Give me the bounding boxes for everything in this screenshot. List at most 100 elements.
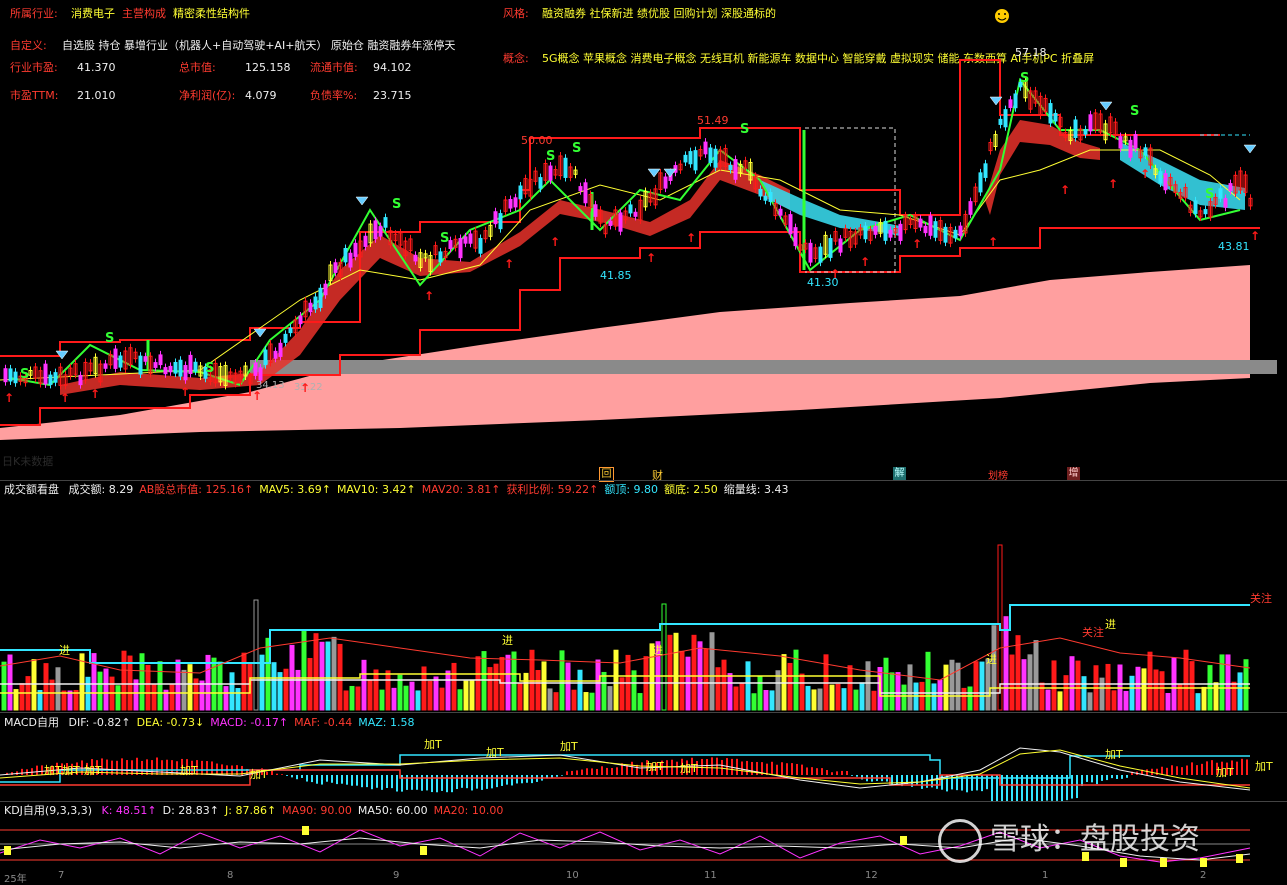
- volume-bar: [811, 689, 817, 711]
- volume-bar: [1087, 692, 1093, 711]
- candle-body: [513, 197, 518, 208]
- candle-body: [958, 225, 963, 237]
- buy-signal-arrow: ↑: [300, 381, 310, 395]
- kdj-panel-title[interactable]: KDJ自用(9,3,3,3): [4, 804, 92, 817]
- candle-body: [273, 350, 278, 359]
- candle-body: [758, 188, 763, 197]
- volume-bar: [373, 669, 379, 711]
- volume-annotation-enter-2: 进: [502, 634, 513, 647]
- volume-bar: [145, 664, 151, 711]
- candle-body: [918, 218, 923, 228]
- volume-bar: [475, 656, 481, 711]
- candle-body: [253, 362, 258, 376]
- smiley-icon[interactable]: [995, 9, 1009, 23]
- volume-bar: [301, 630, 307, 711]
- sell-signal-s: S: [105, 331, 114, 346]
- candle-body: [348, 252, 353, 268]
- candle-body: [373, 220, 378, 240]
- volume-bar: [313, 633, 319, 711]
- volume-panel-title[interactable]: 成交额看盘: [4, 483, 59, 496]
- kdj-signal-mark: [302, 826, 309, 835]
- volume-bar: [229, 672, 235, 711]
- volume-bar: [841, 688, 847, 711]
- volume-bar: [805, 685, 811, 711]
- time-axis-year: 25年: [4, 874, 27, 885]
- macd-chart[interactable]: 加T 加T 加T 加T 加T加T加T 加T加T 加T加T加T 加T: [0, 730, 1287, 802]
- volume-bar: [1027, 654, 1033, 711]
- macd-legend-item-4: MAZ: 1.58: [358, 716, 415, 729]
- sell-signal-s: S: [546, 149, 555, 164]
- candle-body: [978, 172, 983, 193]
- volume-legend-item-0: 成交额: 8.29: [68, 483, 134, 496]
- candle-body: [43, 363, 48, 385]
- volume-bar: [199, 680, 205, 711]
- volume-bar: [943, 664, 949, 711]
- candle-body: [378, 226, 383, 237]
- volume-bar: [895, 672, 901, 711]
- candle-body: [863, 225, 868, 240]
- volume-bar: [457, 689, 463, 711]
- volume-bar: [589, 692, 595, 711]
- volume-bar: [865, 661, 871, 711]
- volume-bar: [1225, 654, 1231, 711]
- volume-bar: [511, 651, 517, 711]
- candle-body: [153, 362, 158, 368]
- price-label-low-3: 43.81: [1218, 240, 1250, 253]
- volume-bar: [319, 641, 325, 711]
- macd-panel-legend: MACD自用 DIF: -0.82↑ DEA: -0.73↓ MACD: -0.17…: [4, 716, 414, 730]
- price-chart[interactable]: 50.00 51.49 57.18 41.85 41.30 43.81 34.1…: [0, 0, 1287, 482]
- candle-body: [928, 215, 933, 236]
- volume-bar: [61, 690, 67, 711]
- candle-body: [1073, 119, 1078, 139]
- volume-bar: [169, 683, 175, 711]
- candle-body: [413, 254, 418, 262]
- volume-bar: [451, 662, 457, 711]
- candle-body: [538, 177, 543, 189]
- event-marker-increase[interactable]: 增: [1067, 467, 1080, 480]
- volume-bar: [1189, 661, 1195, 711]
- candle-body: [1158, 171, 1163, 184]
- candle-body: [353, 242, 358, 257]
- candle-body: [183, 365, 188, 381]
- volume-legend-item-5: 获利比例: 59.22↑: [506, 483, 599, 496]
- buy-signal-arrow: ↑: [1108, 177, 1118, 191]
- candle-body: [178, 359, 183, 377]
- candle-body: [318, 287, 323, 308]
- volume-bar: [1111, 690, 1117, 711]
- volume-bar: [523, 672, 529, 711]
- diamond-icon: [355, 196, 369, 206]
- candle-body: [1218, 188, 1223, 199]
- volume-bar: [991, 625, 997, 711]
- macd-add-t-label: 加T: [62, 764, 80, 777]
- buy-signal-arrow: ↑: [1250, 229, 1260, 243]
- event-marker-unlock[interactable]: 解: [893, 467, 906, 480]
- buy-signal-arrow: ↑: [424, 289, 434, 303]
- volume-bar: [1, 661, 7, 711]
- volume-bar: [1201, 686, 1207, 711]
- volume-bar: [757, 676, 763, 711]
- volume-bar: [1021, 659, 1027, 711]
- volume-bar: [337, 643, 343, 711]
- volume-chart[interactable]: 进 进 进 进 进 关注 关注: [0, 498, 1287, 712]
- volume-bar: [1159, 671, 1165, 711]
- volume-bar: [565, 662, 571, 711]
- volume-bar: [1219, 654, 1225, 711]
- price-label-high-2: 51.49: [697, 114, 729, 127]
- volume-bar: [343, 690, 349, 711]
- candle-body: [458, 238, 463, 259]
- sell-signal-s: S: [20, 367, 29, 382]
- macd-panel-title[interactable]: MACD自用: [4, 716, 59, 729]
- time-axis-jan: 1: [1042, 870, 1049, 881]
- candle-body: [78, 374, 83, 386]
- volume-bar: [1231, 681, 1237, 711]
- candle-body: [13, 371, 18, 384]
- time-axis-jul: 7: [58, 870, 65, 881]
- volume-bar: [79, 653, 85, 711]
- diamond-icon: [253, 328, 267, 338]
- macd-add-t-label: 加T: [84, 764, 102, 777]
- volume-bar: [703, 648, 709, 711]
- kdj-legend-item-4: MA50: 60.00: [357, 804, 428, 817]
- buy-signal-arrow: ↑: [988, 235, 998, 249]
- sell-signal-s: S: [572, 141, 581, 156]
- candle-body: [448, 240, 453, 250]
